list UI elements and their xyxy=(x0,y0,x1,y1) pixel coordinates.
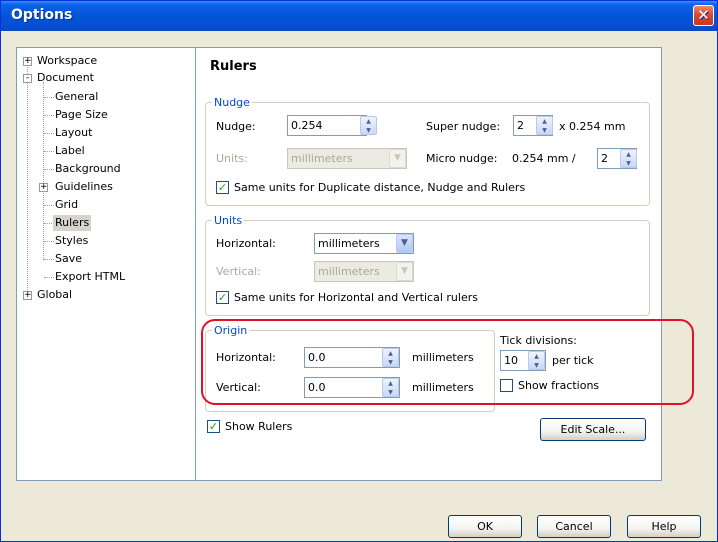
tree-item-background[interactable]: Background xyxy=(55,161,121,177)
nudge-input[interactable]: 0.254 xyxy=(287,115,367,136)
tree-item-save[interactable]: Save xyxy=(55,251,82,267)
help-button[interactable]: Help xyxy=(627,515,701,538)
checkmark-icon: ✓ xyxy=(208,420,219,433)
micro-nudge-spinner[interactable]: ▲ ▼ xyxy=(620,149,637,168)
micro-nudge-label: Micro nudge: xyxy=(426,152,498,165)
tree-item-global[interactable]: Global xyxy=(37,287,72,303)
units-group: Units Horizontal: millimeters ▼ Vertical… xyxy=(205,214,650,316)
expand-icon[interactable]: + xyxy=(23,57,32,66)
group-label: Nudge xyxy=(212,96,252,109)
tree-item-document[interactable]: Document xyxy=(37,70,94,86)
window-title: Options xyxy=(11,7,73,23)
arrow-up-icon[interactable]: ▲ xyxy=(621,150,636,159)
ok-button[interactable]: OK xyxy=(448,515,522,538)
chevron-down-icon[interactable]: ▼ xyxy=(396,234,413,253)
show-rulers-checkbox[interactable]: ✓ xyxy=(207,420,220,433)
arrow-down-icon[interactable]: ▼ xyxy=(537,126,552,135)
close-icon: ✕ xyxy=(697,6,710,24)
arrow-up-icon[interactable]: ▲ xyxy=(361,117,376,126)
title-bar[interactable]: Options ✕ xyxy=(1,1,717,31)
panel-title: Rulers xyxy=(210,59,257,74)
nudge-group: Nudge Nudge: 0.254 ▲ ▼ Super nudge: 2 ▲ … xyxy=(205,96,650,206)
arrow-down-icon[interactable]: ▼ xyxy=(621,159,636,168)
units-vertical-label: Vertical: xyxy=(216,265,261,278)
tree-item-export-html[interactable]: Export HTML xyxy=(55,269,125,285)
expand-icon[interactable]: + xyxy=(23,291,32,300)
super-nudge-label: Super nudge: xyxy=(426,120,501,133)
units-horizontal-label: Horizontal: xyxy=(216,237,276,250)
nudge-spinner[interactable]: ▲ ▼ xyxy=(360,116,377,135)
same-units-rulers-checkbox[interactable]: ✓ xyxy=(216,291,229,304)
annotation-highlight xyxy=(201,319,694,405)
same-units-nudge-label: Same units for Duplicate distance, Nudge… xyxy=(234,181,526,194)
cancel-button[interactable]: Cancel xyxy=(537,515,611,538)
close-button[interactable]: ✕ xyxy=(693,5,714,26)
arrow-up-icon[interactable]: ▲ xyxy=(537,117,552,126)
same-units-nudge-checkbox[interactable]: ✓ xyxy=(216,181,229,194)
tree-connector xyxy=(27,62,28,298)
same-units-rulers-label: Same units for Horizontal and Vertical r… xyxy=(234,291,478,304)
units-label: Units: xyxy=(216,152,248,165)
chevron-down-icon[interactable]: ▼ xyxy=(389,149,406,168)
tree-item-page-size[interactable]: Page Size xyxy=(55,107,108,123)
collapse-icon[interactable]: - xyxy=(23,74,32,83)
tree-item-label[interactable]: Label xyxy=(55,143,85,159)
tree-item-workspace[interactable]: Workspace xyxy=(37,53,97,69)
arrow-down-icon[interactable]: ▼ xyxy=(361,126,376,135)
category-tree[interactable]: + Workspace - Document General Page Size… xyxy=(16,47,196,481)
chevron-down-icon[interactable]: ▼ xyxy=(396,262,413,281)
tree-item-layout[interactable]: Layout xyxy=(55,125,92,141)
tree-connector xyxy=(43,82,44,260)
micro-nudge-prefix: 0.254 mm / xyxy=(512,152,576,165)
options-dialog: Options ✕ + Workspace - Document General… xyxy=(0,0,718,542)
group-label: Units xyxy=(212,214,245,227)
checkmark-icon: ✓ xyxy=(217,291,228,304)
tree-item-guidelines[interactable]: Guidelines xyxy=(55,179,113,195)
tree-item-general[interactable]: General xyxy=(55,89,98,105)
super-nudge-suffix: x 0.254 mm xyxy=(559,120,626,133)
nudge-label: Nudge: xyxy=(216,120,256,133)
edit-scale-button[interactable]: Edit Scale... xyxy=(540,418,646,441)
checkmark-icon: ✓ xyxy=(217,181,228,194)
tree-item-grid[interactable]: Grid xyxy=(55,197,78,213)
super-nudge-spinner[interactable]: ▲ ▼ xyxy=(536,116,553,135)
expand-icon[interactable]: + xyxy=(39,183,48,192)
settings-panel: Rulers Nudge Nudge: 0.254 ▲ ▼ Super nudg… xyxy=(196,47,662,481)
tree-item-styles[interactable]: Styles xyxy=(55,233,88,249)
tree-item-rulers[interactable]: Rulers xyxy=(53,215,92,231)
show-rulers-label: Show Rulers xyxy=(225,420,293,433)
